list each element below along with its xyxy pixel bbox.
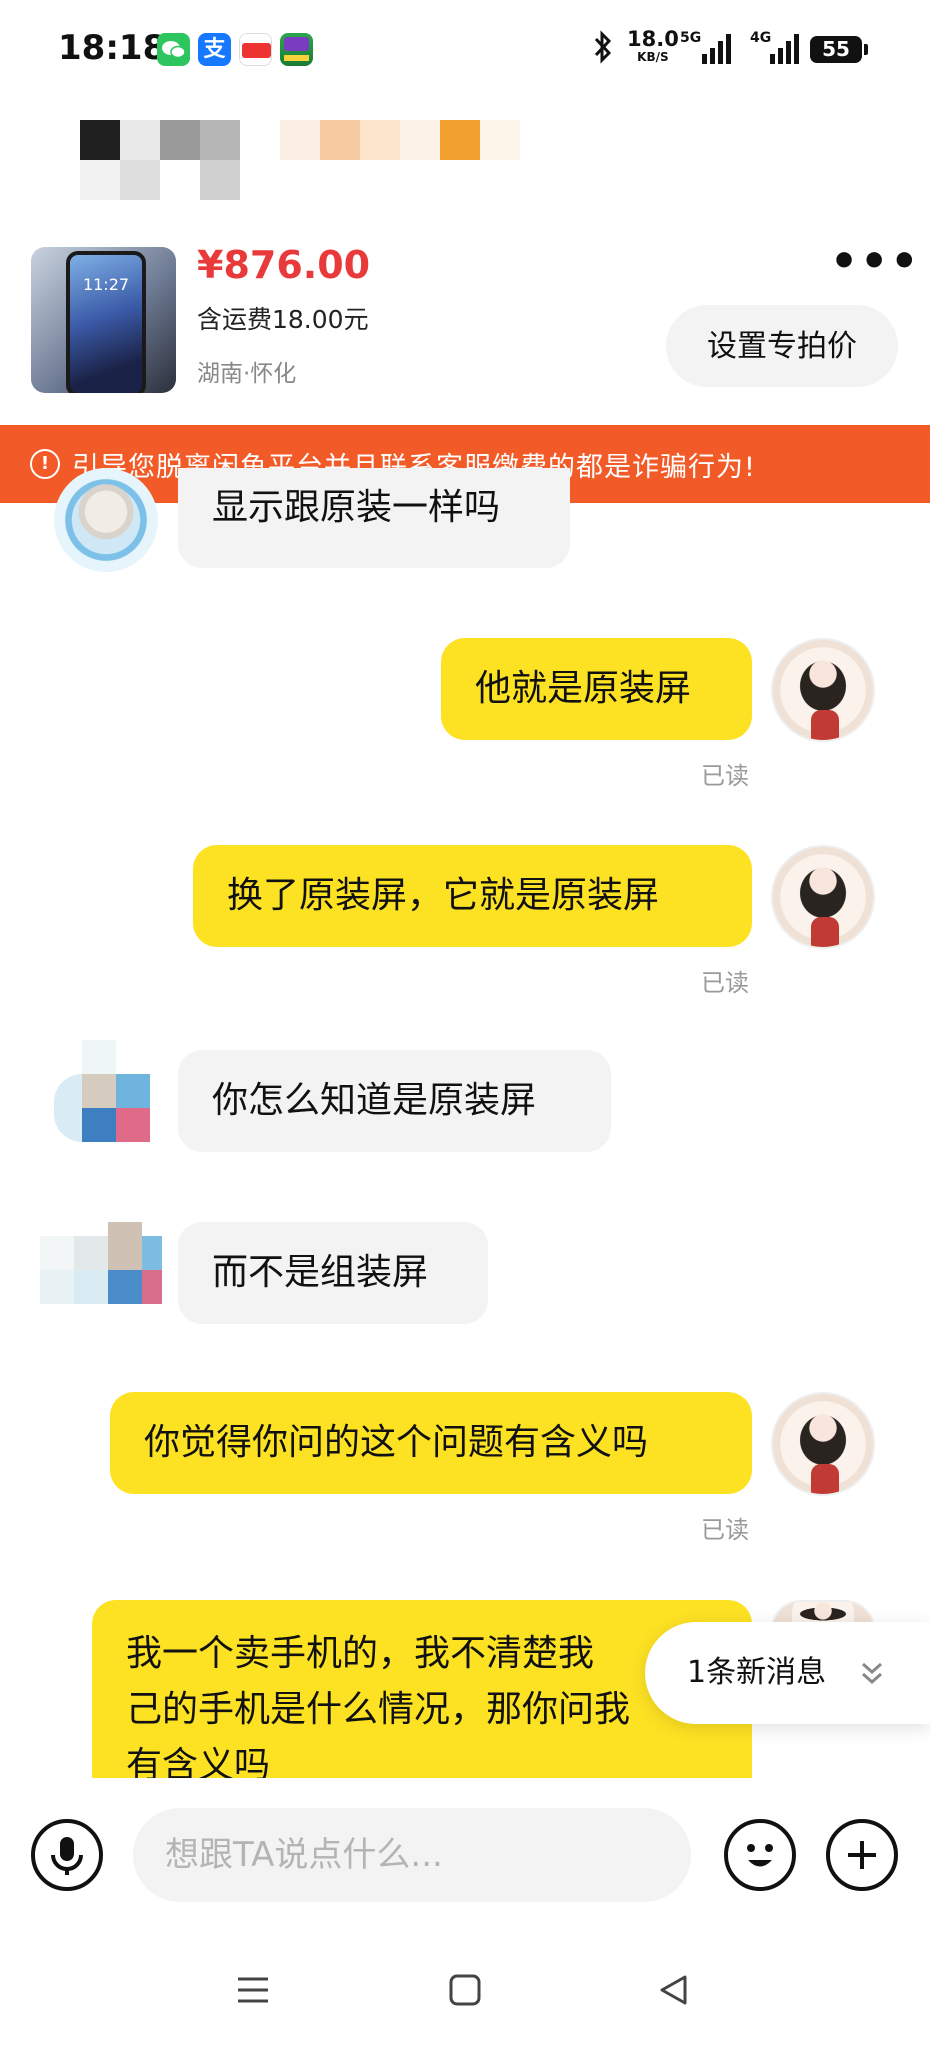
new-message-label: 1条新消息 [687,1655,827,1690]
my-avatar[interactable] [771,1392,875,1496]
message-bubble[interactable]: 换了原装屏，它就是原装屏 [193,845,752,947]
message-line: 己的手机是什么情况，那你问我 [126,1689,631,1730]
message-input[interactable] [133,1808,691,1902]
phone-screen-time: 11:27 [82,275,130,294]
emoji-icon[interactable] [724,1819,796,1891]
message-bubble[interactable]: 显示跟原装一样吗 [178,468,570,568]
mic-icon[interactable] [31,1819,103,1891]
menu-icon[interactable] [236,1973,270,2011]
app-icon [280,33,313,66]
plus-icon[interactable] [826,1819,898,1891]
message-bubble[interactable]: 他就是原装屏 [441,638,752,740]
read-status: 已读 [701,1516,749,1544]
more-icon[interactable]: ••• [830,240,920,284]
back-icon[interactable] [657,1973,691,2011]
my-avatar[interactable] [771,638,875,742]
message-bubble[interactable]: 你怎么知道是原装屏 [178,1050,611,1152]
message-bubble[interactable]: 你觉得你问的这个问题有含义吗 [110,1392,752,1494]
read-status: 已读 [701,969,749,997]
input-bar [0,1778,930,1938]
message-line: 我一个卖手机的，我不清楚我 [126,1633,595,1674]
new-message-banner[interactable]: 1条新消息 [645,1622,930,1724]
battery-indicator: 55 [810,36,868,63]
wechat-icon [157,33,190,66]
product-location: 湖南·怀化 [197,361,297,387]
bluetooth-icon [591,30,615,68]
signal-4g-icon: 4G [750,30,802,70]
status-time: 18:18 [58,28,167,68]
seller-avatar[interactable] [40,1222,162,1326]
status-bar: 18:18 支 18.0 KB/S 5G 4G 55 [0,0,930,100]
seller-avatar[interactable] [54,1040,158,1154]
home-icon[interactable] [448,1973,482,2011]
signal-4g-label: 4G [750,30,772,46]
message-bubble[interactable]: 而不是组装屏 [178,1222,488,1324]
read-status: 已读 [701,762,749,790]
network-speed: 18.0 KB/S [627,27,679,66]
product-price: ¥876.00 [197,243,371,287]
message-line: 有含义吗 [126,1745,271,1780]
chat-header: ••• [0,100,930,284]
my-avatar[interactable] [771,845,875,949]
double-chevron-down-icon [857,1622,887,1766]
signal-5g-label: 5G [680,30,702,46]
phone-image: 11:27 [66,251,146,393]
product-thumbnail[interactable]: 11:27 [31,247,176,393]
toutiao-icon [239,33,272,66]
set-special-price-button[interactable]: 设置专拍价 [666,305,898,387]
signal-5g-icon: 5G [680,30,742,70]
net-speed-value: 18.0 [627,27,679,51]
seller-avatar[interactable] [54,468,158,572]
shipping-fee: 含运费18.00元 [197,305,369,334]
alipay-icon: 支 [198,33,231,66]
warning-icon: ! [30,449,60,479]
system-nav-bar [0,1940,930,2048]
